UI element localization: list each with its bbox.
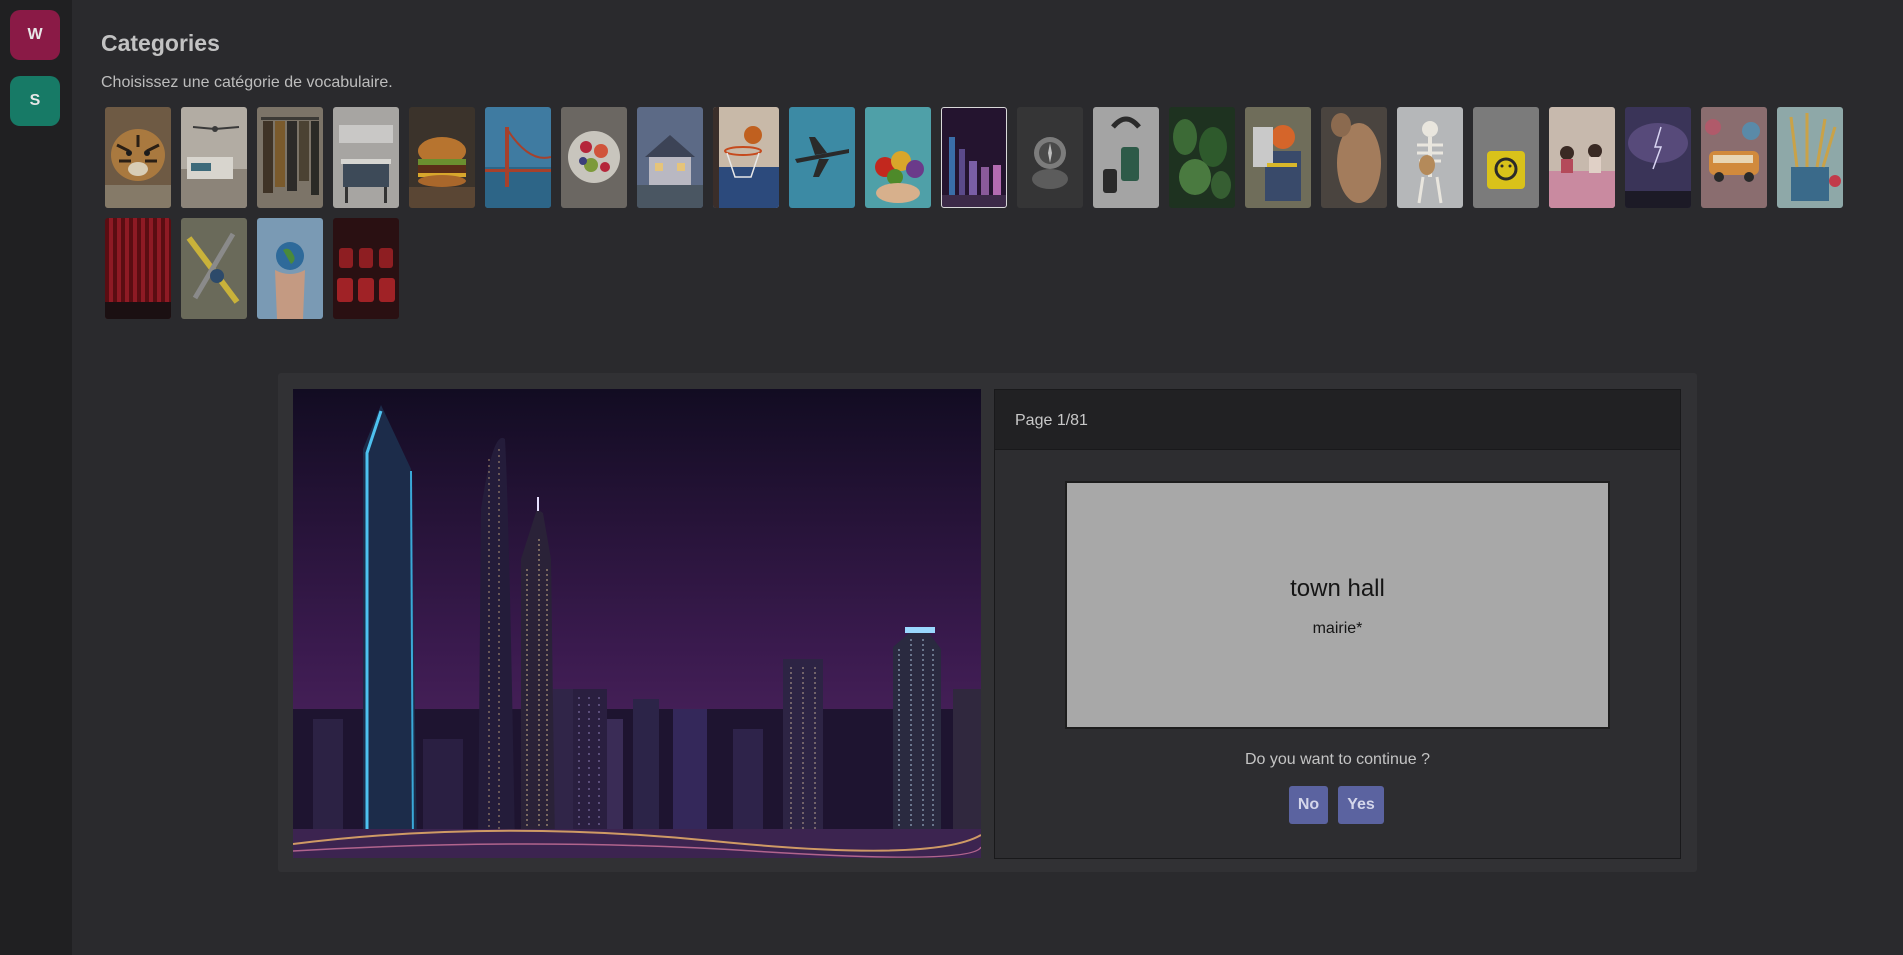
category-clothes[interactable] [257, 107, 323, 208]
category-theater-curtain[interactable] [105, 218, 171, 319]
category-airplane[interactable] [789, 107, 855, 208]
category-plants[interactable] [1169, 107, 1235, 208]
page-subtitle: Choisissez une catégorie de vocabulaire. [101, 74, 393, 91]
category-tiger[interactable] [105, 107, 171, 208]
page-indicator: Page 1/81 [995, 390, 1680, 450]
word-translation: mairie* [1312, 620, 1363, 637]
category-skeleton[interactable] [1397, 107, 1463, 208]
category-burger[interactable] [409, 107, 475, 208]
category-bridge[interactable] [485, 107, 551, 208]
category-electronics[interactable] [1093, 107, 1159, 208]
category-paint-brushes[interactable] [1777, 107, 1843, 208]
flashcard-panel: Page 1/81 town hall mairie* Do you want … [278, 373, 1697, 872]
city-skyline-image [293, 389, 981, 858]
category-body[interactable] [1321, 107, 1387, 208]
category-globe[interactable] [257, 218, 323, 319]
workspace-s-button[interactable]: S [10, 76, 60, 126]
category-worker[interactable] [1245, 107, 1311, 208]
category-cinema-seats[interactable] [333, 218, 399, 319]
no-button[interactable]: No [1289, 786, 1328, 824]
word-english: town hall [1290, 575, 1385, 602]
category-fruit-bowl[interactable] [561, 107, 627, 208]
workspace-w-button[interactable]: W [10, 10, 60, 60]
category-vegetables[interactable] [865, 107, 931, 208]
page-title: Categories [101, 30, 220, 56]
yes-button[interactable]: Yes [1338, 786, 1384, 824]
category-kitchen[interactable] [333, 107, 399, 208]
flashcard: Page 1/81 town hall mairie* Do you want … [994, 389, 1681, 859]
category-house[interactable] [637, 107, 703, 208]
category-emoji-cube[interactable] [1473, 107, 1539, 208]
category-compass[interactable] [1017, 107, 1083, 208]
category-tools[interactable] [181, 218, 247, 319]
category-basketball[interactable] [713, 107, 779, 208]
word-box[interactable]: town hall mairie* [1065, 481, 1610, 729]
sidebar: W S [0, 0, 72, 955]
category-classroom[interactable] [1549, 107, 1615, 208]
category-van[interactable] [1701, 107, 1767, 208]
category-bedroom[interactable] [181, 107, 247, 208]
continue-question: Do you want to continue ? [1244, 751, 1430, 768]
category-city[interactable] [941, 107, 1007, 208]
category-storm[interactable] [1625, 107, 1691, 208]
